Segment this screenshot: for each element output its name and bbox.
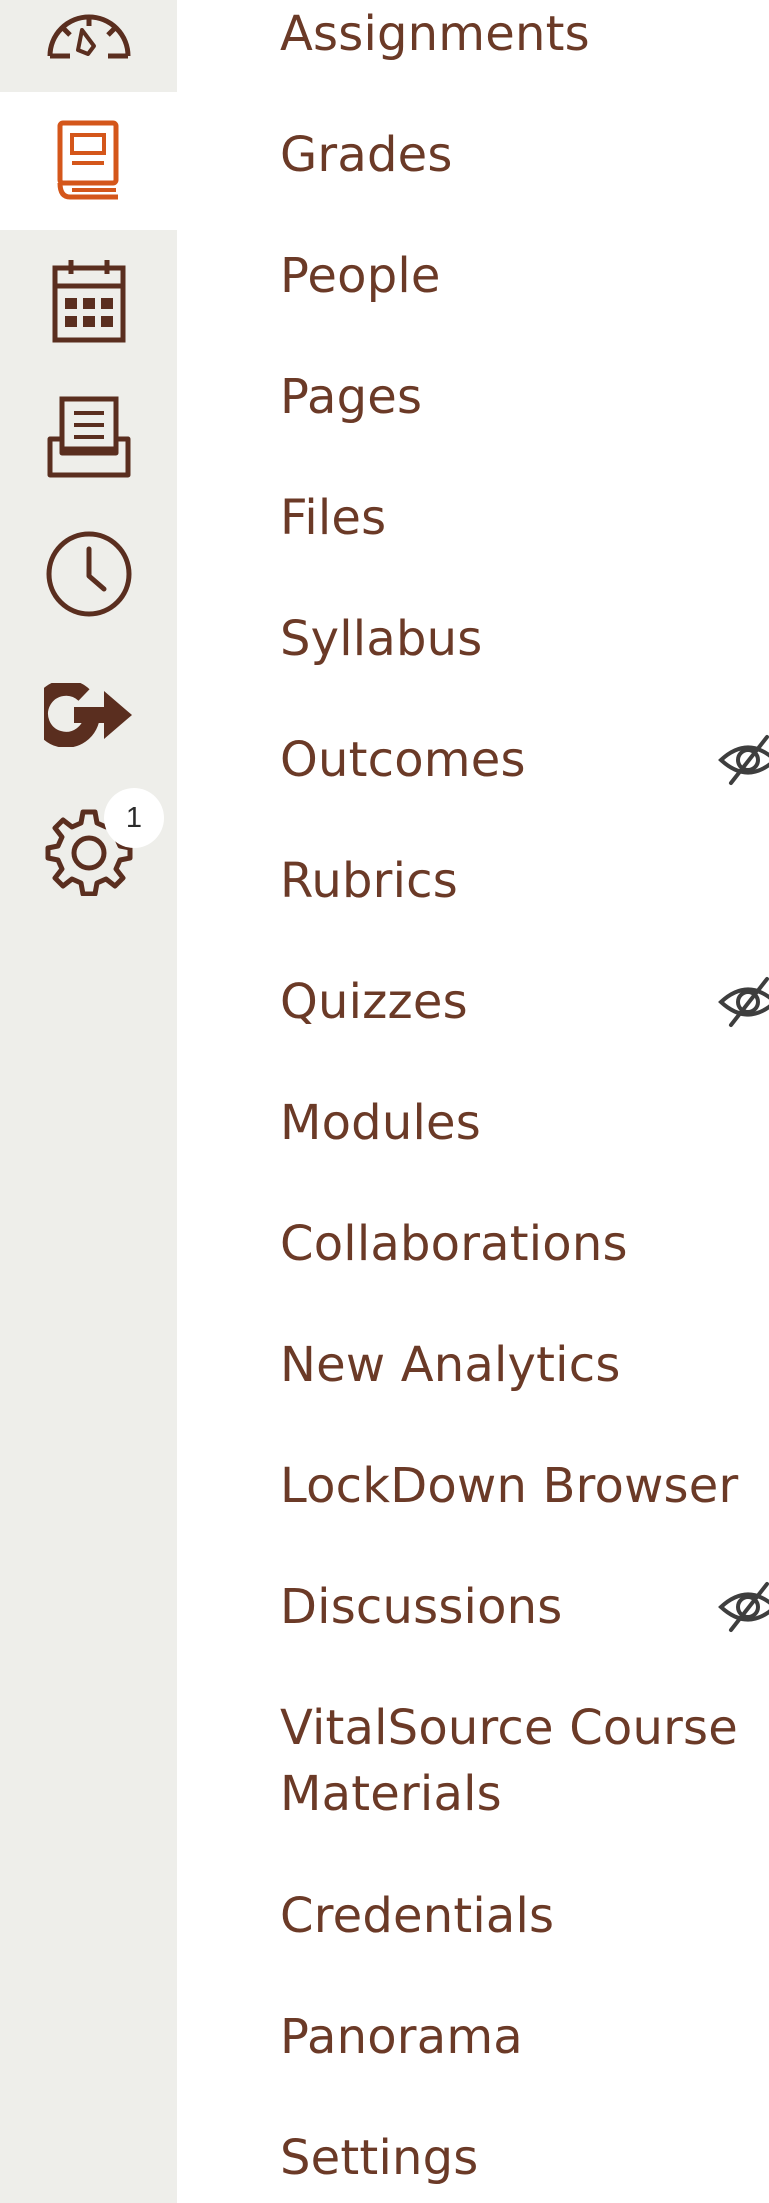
course-nav-vitalsource[interactable]: VitalSource Course Materials	[280, 1695, 769, 1827]
course-nav-label: Grades	[280, 127, 453, 183]
course-nav-assignments[interactable]: Assignments	[280, 1, 769, 67]
global-nav-courses[interactable]	[0, 92, 177, 230]
course-nav-label: Collaborations	[280, 1216, 628, 1272]
course-nav-discussions[interactable]: Discussions	[280, 1574, 769, 1640]
eye-slash-icon	[718, 735, 769, 785]
course-nav-credentials[interactable]: Credentials	[280, 1883, 769, 1949]
global-nav-history[interactable]	[0, 504, 177, 644]
global-nav-commons[interactable]	[0, 644, 177, 786]
course-nav-label: Rubrics	[280, 853, 458, 909]
course-nav-people[interactable]: People	[280, 243, 769, 309]
global-nav-inbox[interactable]	[0, 372, 177, 504]
course-nav: Assignments Grades People Pages Files Sy…	[280, 0, 769, 2203]
course-nav-label: Quizzes	[280, 974, 468, 1030]
course-nav-label: Assignments	[280, 6, 590, 62]
course-nav-label: Discussions	[280, 1579, 563, 1635]
course-nav-syllabus[interactable]: Syllabus	[280, 606, 769, 672]
global-nav-dashboard[interactable]	[0, 0, 177, 92]
courses-icon	[57, 120, 118, 200]
course-nav-label: VitalSource Course Materials	[280, 1700, 738, 1822]
course-nav-label: Files	[280, 490, 387, 546]
notification-badge: 1	[104, 788, 164, 848]
course-nav-grades[interactable]: Grades	[280, 122, 769, 188]
course-nav-rubrics[interactable]: Rubrics	[280, 848, 769, 914]
history-icon	[46, 531, 131, 617]
course-nav-label: Syllabus	[280, 611, 483, 667]
course-nav-label: People	[280, 248, 441, 304]
global-nav: 1	[0, 0, 177, 2203]
course-nav-label: Modules	[280, 1095, 481, 1151]
eye-slash-icon	[718, 1582, 769, 1632]
course-nav-label: Settings	[280, 2130, 479, 2186]
commons-icon	[43, 683, 132, 747]
course-nav-label: Credentials	[280, 1888, 555, 1944]
course-nav-quizzes[interactable]: Quizzes	[280, 969, 769, 1035]
course-nav-label: Panorama	[280, 2009, 523, 2065]
global-nav-calendar[interactable]	[0, 230, 177, 372]
course-nav-files[interactable]: Files	[280, 485, 769, 551]
inbox-icon	[47, 396, 130, 478]
course-nav-collaborations[interactable]: Collaborations	[280, 1211, 769, 1277]
course-nav-panorama[interactable]: Panorama	[280, 2004, 769, 2070]
calendar-icon	[52, 260, 125, 343]
course-nav-outcomes[interactable]: Outcomes	[280, 727, 769, 793]
dashboard-icon	[47, 14, 130, 59]
course-nav-label: LockDown Browser	[280, 1458, 739, 1514]
course-nav-new-analytics[interactable]: New Analytics	[280, 1332, 769, 1398]
course-nav-pages[interactable]: Pages	[280, 364, 769, 430]
course-nav-settings[interactable]: Settings	[280, 2125, 769, 2191]
eye-slash-icon	[718, 977, 769, 1027]
course-nav-modules[interactable]: Modules	[280, 1090, 769, 1156]
course-nav-lockdown-browser[interactable]: LockDown Browser	[280, 1453, 769, 1519]
course-nav-label: Pages	[280, 369, 423, 425]
course-nav-label: New Analytics	[280, 1337, 621, 1393]
course-nav-label: Outcomes	[280, 732, 526, 788]
